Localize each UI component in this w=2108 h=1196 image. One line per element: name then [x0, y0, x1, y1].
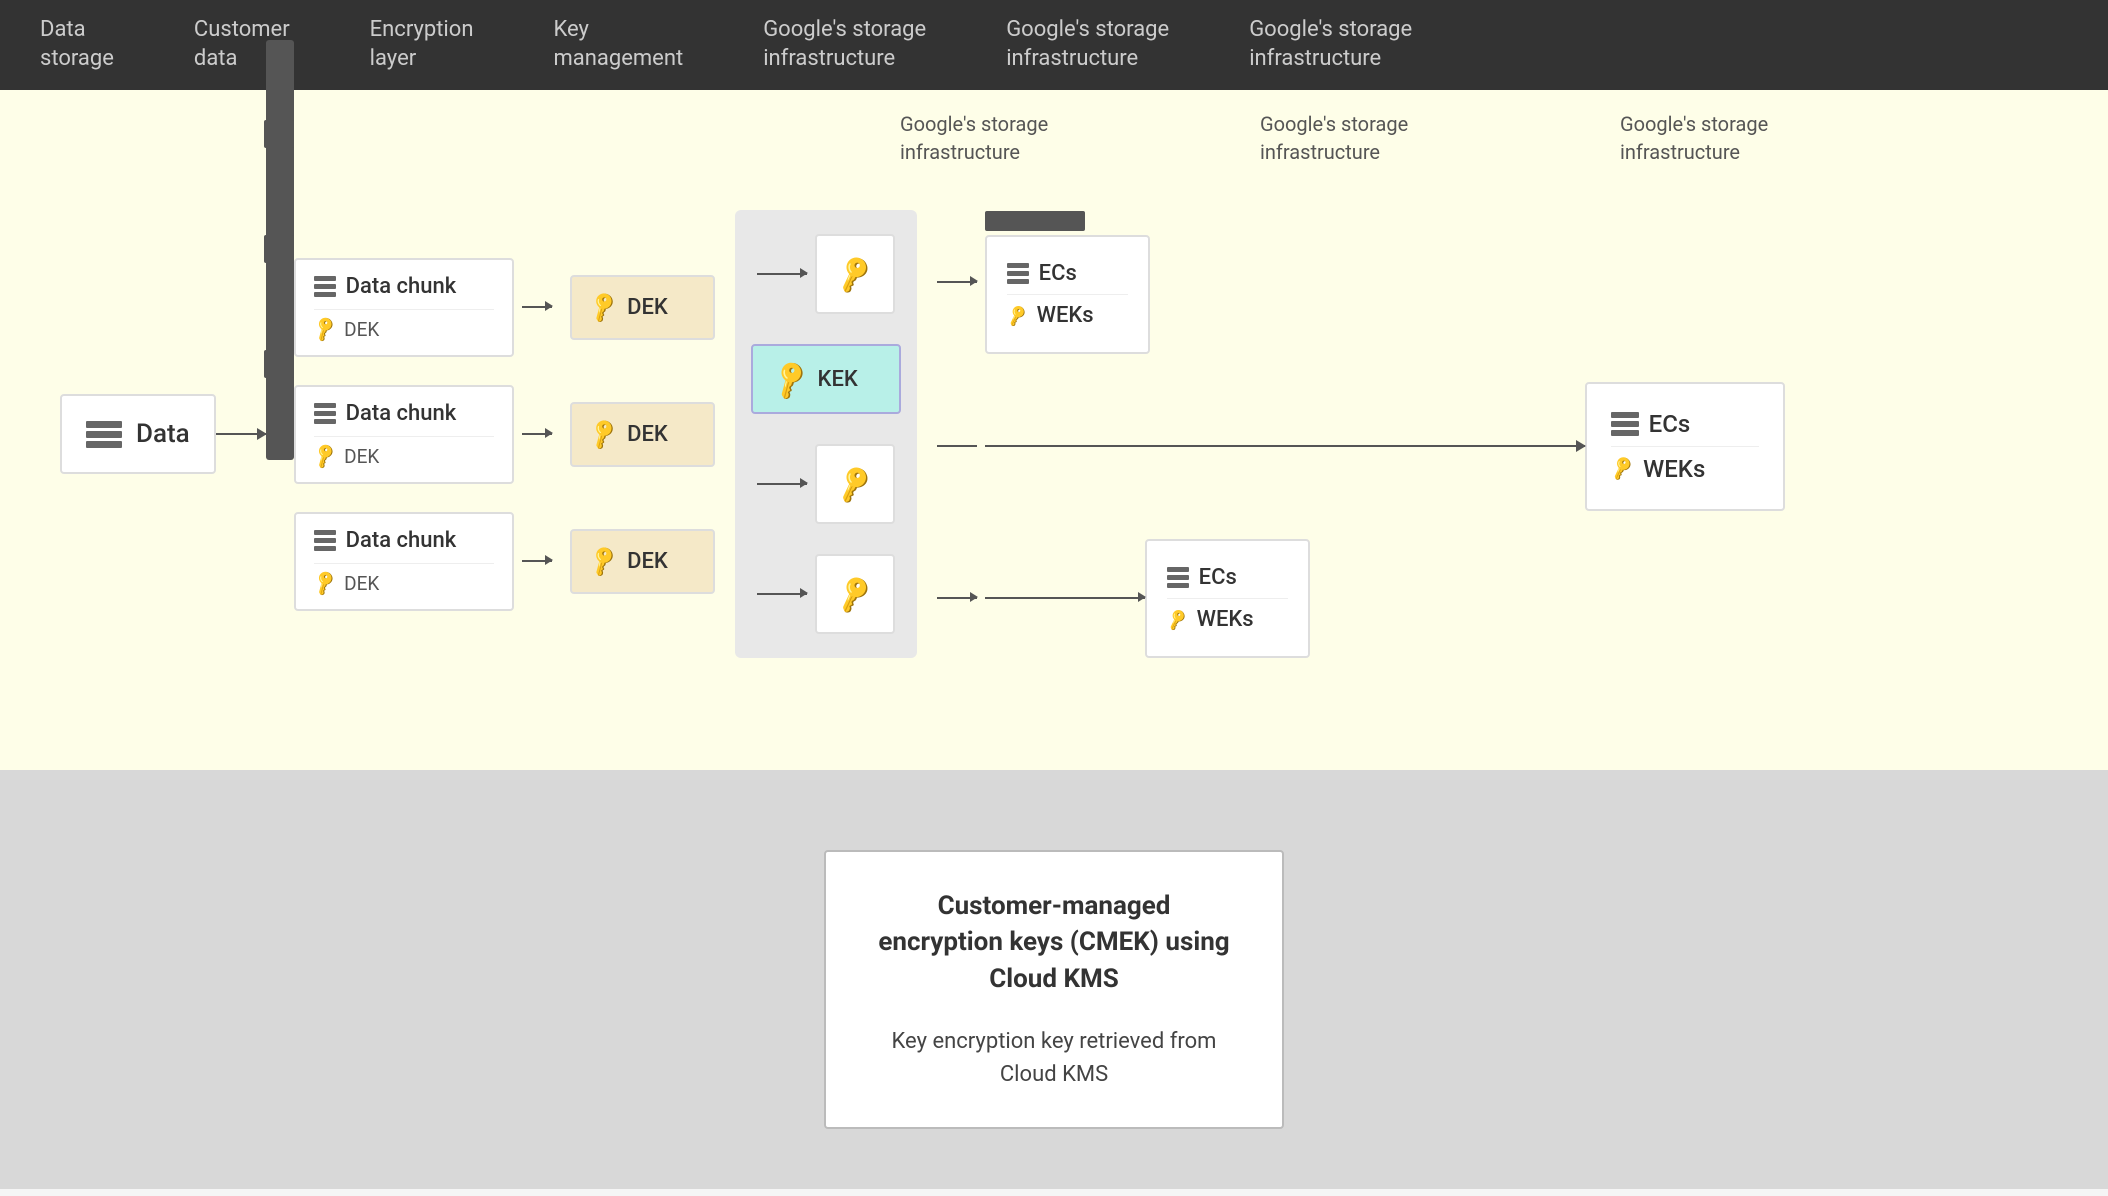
- chunk-icon-3: [314, 530, 336, 551]
- ecs-icon-large: [1611, 412, 1639, 436]
- storage-label-3: Google's storage infrastructure: [1620, 110, 1770, 166]
- chunk-dek-icon-2: 🔑: [310, 441, 340, 470]
- ecs-icon-3: [1167, 567, 1189, 588]
- nav-item-3: Encryptionlayer: [370, 16, 474, 73]
- chunk-dek-label-1: DEK: [344, 318, 379, 341]
- weks-icon-1: 🔑: [1004, 303, 1029, 328]
- weks-icon-large: 🔑: [1608, 455, 1636, 482]
- dek-icon-2: 🔑: [585, 416, 621, 451]
- weks-label-large: WEKs: [1643, 455, 1705, 483]
- legend-description: Key encryption key retrieved from Cloud …: [874, 1025, 1234, 1091]
- ecs-label-1: ECs: [1039, 261, 1077, 286]
- chunk-box-3: Data chunk 🔑 DEK: [294, 512, 514, 611]
- storage-label-2: Google's storage infrastructure: [1260, 110, 1410, 166]
- dek-box-1: 🔑 DEK: [570, 275, 715, 340]
- diagram-outer: Data Data chunk: [60, 210, 2048, 658]
- diagram-area: Google's storage infrastructure Google's…: [0, 90, 2108, 770]
- nav-item-4: Keymanagement: [553, 16, 683, 73]
- data-box: Data: [60, 394, 216, 474]
- weks-label-1: WEKs: [1037, 303, 1094, 328]
- ecs-label-3: ECs: [1199, 565, 1237, 590]
- enc-key-box-2: 🔑: [815, 444, 895, 524]
- chunk-box-1: Data chunk 🔑 DEK: [294, 258, 514, 357]
- bottom-area: Customer-managed encryption keys (CMEK) …: [0, 770, 2108, 1189]
- chunk-icon-1: [314, 276, 336, 297]
- nav-item-1: Datastorage: [40, 16, 114, 73]
- dek-label-3: DEK: [627, 549, 668, 574]
- enc-key-icon-3: 🔑: [833, 573, 877, 616]
- chunk-title-2: Data chunk: [346, 401, 457, 426]
- weks-label-3: WEKs: [1197, 607, 1254, 632]
- dek-icon-3: 🔑: [585, 543, 621, 578]
- chunk-box-2: Data chunk 🔑 DEK: [294, 385, 514, 484]
- chunk-title-3: Data chunk: [346, 528, 457, 553]
- data-icon: [86, 421, 122, 448]
- storage-box-3: ECs 🔑 WEKs: [1145, 539, 1310, 658]
- chunk-dek-icon-1: 🔑: [310, 314, 340, 343]
- dek-box-3: 🔑 DEK: [570, 529, 715, 594]
- nav-item-5: Google's storageinfrastructure: [763, 16, 926, 73]
- storage-box-large: ECs 🔑 WEKs: [1585, 382, 1785, 511]
- legend-box: Customer-managed encryption keys (CMEK) …: [824, 850, 1284, 1129]
- nav-item-7: Google's storageinfrastructure: [1249, 16, 1412, 73]
- storage-labels: Google's storage infrastructure Google's…: [900, 110, 1770, 166]
- chunk-icon-2: [314, 403, 336, 424]
- dek-box-2: 🔑 DEK: [570, 402, 715, 467]
- ecs-label-large: ECs: [1649, 410, 1691, 438]
- storage-box-1: ECs 🔑 WEKs: [985, 235, 1150, 354]
- enc-key-icon-2: 🔑: [833, 463, 877, 506]
- chunk-dek-label-3: DEK: [344, 572, 379, 595]
- weks-icon-3: 🔑: [1164, 607, 1189, 632]
- kek-icon: 🔑: [767, 356, 814, 402]
- enc-key-box-3: 🔑: [815, 554, 895, 634]
- chunk-title-1: Data chunk: [346, 274, 457, 299]
- storage-label-1: Google's storage infrastructure: [900, 110, 1050, 166]
- kek-label: KEK: [818, 367, 858, 392]
- chunk-dek-icon-3: 🔑: [310, 568, 340, 597]
- nav-item-6: Google's storageinfrastructure: [1006, 16, 1169, 73]
- data-label: Data: [136, 419, 190, 449]
- dek-icon-1: 🔑: [585, 289, 621, 324]
- enc-key-box-1: 🔑: [815, 234, 895, 314]
- legend-title: Customer-managed encryption keys (CMEK) …: [874, 888, 1234, 997]
- chunk-dek-label-2: DEK: [344, 445, 379, 468]
- enc-key-icon-1: 🔑: [833, 253, 877, 296]
- kek-box: 🔑 KEK: [751, 344, 901, 414]
- ecs-icon-1: [1007, 263, 1029, 284]
- top-navigation: Datastorage Customerdata Encryptionlayer…: [0, 0, 2108, 90]
- dek-label-1: DEK: [627, 295, 668, 320]
- dek-label-2: DEK: [627, 422, 668, 447]
